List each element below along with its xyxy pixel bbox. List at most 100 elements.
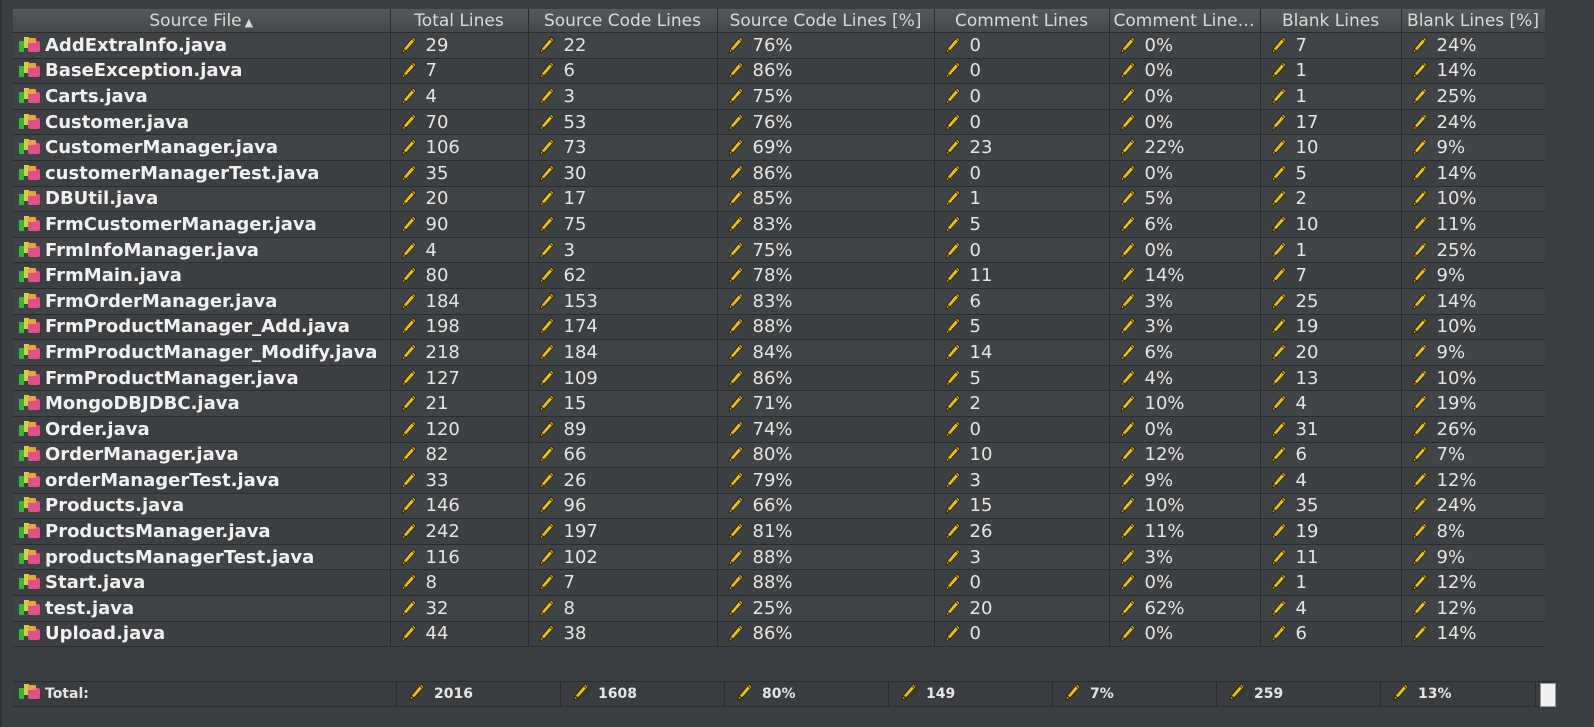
table-row[interactable]: Products.java 146 96 66% 15 10% 35 24% (13, 493, 1545, 520)
cell-blank-pct[interactable]: 9% (1401, 544, 1545, 571)
cell-source-file[interactable]: productsManagerTest.java (13, 544, 391, 571)
cell-total-lines[interactable]: 90 (390, 211, 529, 238)
cell-total-lines[interactable]: 32 (390, 595, 529, 622)
cell-source-lines[interactable]: 75 (528, 211, 718, 238)
cell-blank-pct[interactable]: 7% (1401, 442, 1545, 469)
cell-source-pct[interactable]: 80% (717, 442, 935, 469)
cell-comment-pct[interactable]: 3% (1109, 288, 1261, 315)
cell-source-lines[interactable]: 109 (528, 365, 718, 392)
cell-comment-pct[interactable]: 0% (1109, 32, 1261, 59)
cell-source-file[interactable]: ProductsManager.java (13, 518, 391, 545)
cell-source-lines[interactable]: 62 (528, 262, 718, 289)
cell-source-file[interactable]: MongoDBJDBC.java (13, 390, 391, 417)
table-row[interactable]: Carts.java 4 3 75% 0 0% 1 25% (13, 83, 1545, 110)
cell-source-lines[interactable]: 102 (528, 544, 718, 571)
cell-source-lines[interactable]: 26 (528, 467, 718, 494)
cell-blank-lines[interactable]: 1 (1260, 58, 1402, 85)
cell-source-file[interactable]: FrmOrderManager.java (13, 288, 391, 315)
cell-blank-lines[interactable]: 4 (1260, 467, 1402, 494)
cell-blank-pct[interactable]: 25% (1401, 237, 1545, 264)
cell-total-lines[interactable]: 106 (390, 134, 529, 161)
cell-blank-pct[interactable]: 24% (1401, 32, 1545, 59)
cell-total-lines[interactable]: 218 (390, 339, 529, 366)
cell-comment-pct[interactable]: 3% (1109, 314, 1261, 341)
cell-total-lines[interactable]: 4 (390, 83, 529, 110)
cell-blank-lines[interactable]: 20 (1260, 339, 1402, 366)
cell-comment-lines[interactable]: 10 (934, 442, 1110, 469)
cell-blank-pct[interactable]: 10% (1401, 365, 1545, 392)
cell-blank-lines[interactable]: 1 (1260, 237, 1402, 264)
column-header-total-lines[interactable]: Total Lines (390, 9, 529, 33)
cell-comment-pct[interactable]: 0% (1109, 416, 1261, 443)
cell-total-lines[interactable]: 35 (390, 160, 529, 187)
cell-source-pct[interactable]: 75% (717, 237, 935, 264)
cell-comment-pct[interactable]: 3% (1109, 544, 1261, 571)
cell-blank-lines[interactable]: 19 (1260, 518, 1402, 545)
table-row[interactable]: FrmProductManager_Modify.java 218 184 84% 14… (13, 339, 1545, 366)
cell-source-pct[interactable]: 76% (717, 32, 935, 59)
cell-total-lines[interactable]: 29 (390, 32, 529, 59)
cell-source-lines[interactable]: 53 (528, 109, 718, 136)
cell-total-lines[interactable]: 20 (390, 186, 529, 213)
cell-source-pct[interactable]: 84% (717, 339, 935, 366)
cell-total-lines[interactable]: 184 (390, 288, 529, 315)
cell-comment-pct[interactable]: 0% (1109, 160, 1261, 187)
cell-source-lines[interactable]: 73 (528, 134, 718, 161)
cell-source-pct[interactable]: 86% (717, 160, 935, 187)
cell-comment-lines[interactable]: 0 (934, 83, 1110, 110)
cell-total-lines[interactable]: 7 (390, 58, 529, 85)
table-row[interactable]: AddExtraInfo.java 29 22 76% 0 0% 7 24% (13, 32, 1545, 59)
cell-comment-pct[interactable]: 11% (1109, 518, 1261, 545)
cell-comment-pct[interactable]: 62% (1109, 595, 1261, 622)
cell-comment-pct[interactable]: 0% (1109, 109, 1261, 136)
cell-comment-lines[interactable]: 5 (934, 314, 1110, 341)
cell-source-pct[interactable]: 81% (717, 518, 935, 545)
cell-source-lines[interactable]: 89 (528, 416, 718, 443)
cell-total-lines[interactable]: 21 (390, 390, 529, 417)
cell-blank-pct[interactable]: 10% (1401, 186, 1545, 213)
cell-comment-pct[interactable]: 0% (1109, 58, 1261, 85)
cell-comment-lines[interactable]: 11 (934, 262, 1110, 289)
cell-blank-lines[interactable]: 19 (1260, 314, 1402, 341)
cell-total-lines[interactable]: 4 (390, 237, 529, 264)
cell-source-file[interactable]: Upload.java (13, 621, 391, 648)
cell-source-lines[interactable]: 17 (528, 186, 718, 213)
cell-total-lines[interactable]: 8 (390, 569, 529, 597)
cell-comment-pct[interactable]: 14% (1109, 262, 1261, 289)
cell-comment-lines[interactable]: 5 (934, 365, 1110, 392)
cell-blank-lines[interactable]: 2 (1260, 186, 1402, 213)
cell-source-lines[interactable]: 30 (528, 160, 718, 187)
cell-source-pct[interactable]: 78% (717, 262, 935, 289)
cell-source-file[interactable]: FrmCustomerManager.java (13, 211, 391, 238)
cell-blank-lines[interactable]: 1 (1260, 569, 1402, 597)
cell-comment-lines[interactable]: 5 (934, 211, 1110, 238)
cell-blank-lines[interactable]: 5 (1260, 160, 1402, 187)
cell-source-file[interactable]: customerManagerTest.java (13, 160, 391, 187)
cell-blank-pct[interactable]: 9% (1401, 134, 1545, 161)
cell-source-pct[interactable]: 86% (717, 58, 935, 85)
cell-source-file[interactable]: orderManagerTest.java (13, 467, 391, 494)
cell-blank-lines[interactable]: 10 (1260, 211, 1402, 238)
cell-total-lines[interactable]: 146 (390, 493, 529, 520)
column-header-source-file[interactable]: Source File ▲ (13, 9, 391, 33)
cell-comment-lines[interactable]: 20 (934, 595, 1110, 622)
cell-source-pct[interactable]: 25% (717, 595, 935, 622)
cell-source-pct[interactable]: 86% (717, 621, 935, 648)
cell-blank-pct[interactable]: 8% (1401, 518, 1545, 545)
cell-source-lines[interactable]: 197 (528, 518, 718, 545)
cell-comment-lines[interactable]: 23 (934, 134, 1110, 161)
table-row[interactable]: Upload.java 44 38 86% 0 0% 6 14% (13, 621, 1545, 648)
cell-source-pct[interactable]: 85% (717, 186, 935, 213)
cell-blank-lines[interactable]: 25 (1260, 288, 1402, 315)
cell-source-file[interactable]: OrderManager.java (13, 442, 391, 469)
cell-comment-lines[interactable]: 0 (934, 237, 1110, 264)
table-row[interactable]: CustomerManager.java 106 73 69% 23 22% 10 9% (13, 134, 1545, 161)
cell-comment-pct[interactable]: 10% (1109, 493, 1261, 520)
cell-comment-pct[interactable]: 10% (1109, 390, 1261, 417)
cell-source-pct[interactable]: 66% (717, 493, 935, 520)
cell-source-lines[interactable]: 3 (528, 237, 718, 264)
table-row[interactable]: OrderManager.java 82 66 80% 10 12% 6 7% (13, 442, 1545, 469)
cell-blank-pct[interactable]: 12% (1401, 467, 1545, 494)
cell-source-lines[interactable]: 184 (528, 339, 718, 366)
table-row[interactable]: orderManagerTest.java 33 26 79% 3 9% 4 12% (13, 467, 1545, 494)
